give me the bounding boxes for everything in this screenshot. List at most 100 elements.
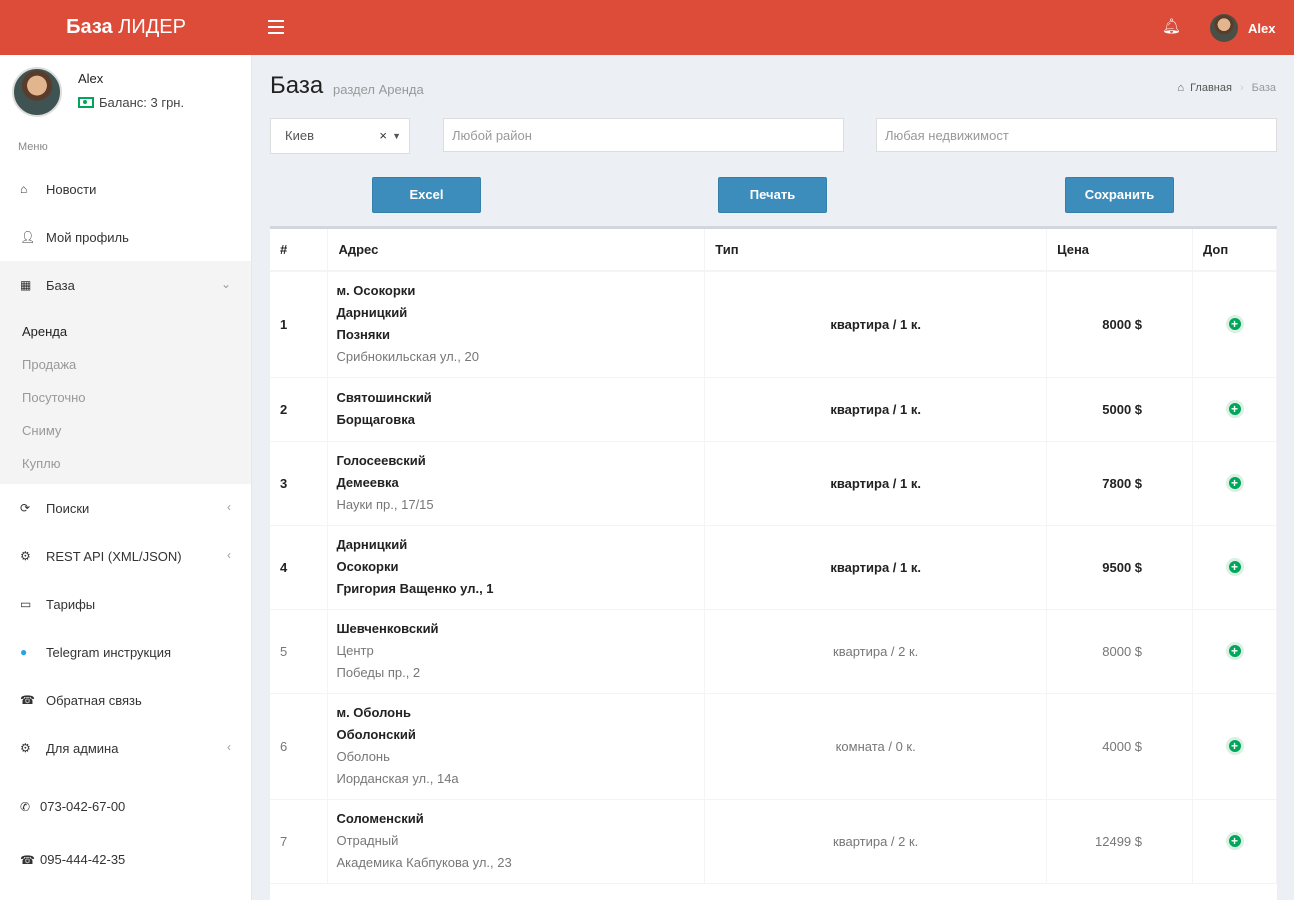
contact-viber[interactable]: ✆ 073-042-67-00 — [20, 799, 125, 814]
user-menu[interactable]: Alex — [1210, 14, 1275, 42]
plus-circle-icon[interactable]: + — [1225, 558, 1244, 576]
sidebar-item-news[interactable]: ⌂ Новости — [0, 165, 251, 213]
print-button[interactable]: Печать — [718, 177, 827, 213]
address-line: Оболонь — [336, 749, 390, 764]
logo-bold-text: База — [66, 16, 113, 38]
money-icon: ▭ — [20, 597, 32, 611]
phone-number: 095-444-42-35 — [40, 852, 126, 867]
row-number: 5 — [270, 609, 329, 694]
table-row[interactable]: 4 Дарницкий Осокорки Григория Ващенко ул., … — [270, 525, 1277, 610]
submenu-item-rent[interactable]: Аренда — [0, 315, 251, 348]
extra-cell: + — [1192, 271, 1277, 378]
row-number: 2 — [270, 377, 329, 442]
row-number: 6 — [270, 693, 329, 800]
type-cell: квартира / 1 к. — [704, 271, 1048, 378]
row-number: 3 — [270, 441, 329, 526]
table-row[interactable]: 5 Шевченковский Центр Победы пр., 2 квартира… — [270, 609, 1277, 694]
type-cell: квартира / 1 к. — [704, 377, 1048, 442]
user-icon: 👤︎ — [20, 230, 36, 244]
address-cell: Соломенский Отрадный Академика Кабпукова у… — [327, 799, 706, 884]
sidebar-item-label: База — [46, 277, 75, 293]
table-row[interactable]: 6 м. Оболонь Оболонский Оболонь Иорданская у… — [270, 693, 1277, 800]
extra-cell: + — [1192, 525, 1277, 610]
extra-cell: + — [1192, 799, 1277, 884]
phone-number: 073-042-67-00 — [40, 799, 126, 814]
address-line: м. Осокорки — [336, 283, 416, 299]
price-cell: 8000 $ — [1046, 271, 1194, 378]
sidebar-item-label: Мой профиль — [46, 229, 129, 245]
plus-circle-icon[interactable]: + — [1225, 474, 1244, 492]
phone-icon: ☎ — [20, 852, 35, 867]
table-row[interactable]: 2 Святошинский Борщаговка квартира / 1 к. 50… — [270, 377, 1277, 442]
submenu-item-sale[interactable]: Продажа — [0, 348, 251, 381]
excel-button[interactable]: Excel — [372, 177, 481, 213]
avatar — [1210, 14, 1238, 42]
chevron-down-icon: ⌄ — [220, 277, 231, 291]
gear-icon: ⚙ — [20, 741, 31, 755]
address-line: Науки пр., 17/15 — [336, 497, 434, 512]
sidebar-item-api[interactable]: ⚙ REST API (XML/JSON) ‹ — [0, 532, 251, 580]
sidebar-item-tariffs[interactable]: ▭ Тарифы — [0, 580, 251, 628]
table-row[interactable]: 1 м. Осокорки Дарницкий Позняки Срибнокильск… — [270, 271, 1277, 378]
breadcrumb-current: База — [1251, 82, 1276, 94]
address-line: м. Оболонь — [336, 705, 411, 720]
district-input[interactable] — [452, 119, 843, 151]
sidebar-item-label: Обратная связь — [46, 692, 142, 708]
type-cell: комната / 0 к. — [704, 693, 1048, 800]
submenu-item-daily[interactable]: Посуточно — [0, 381, 251, 414]
submenu-item-rent-wanted[interactable]: Сниму — [0, 414, 251, 447]
address-line: Борщаговка — [336, 412, 415, 427]
plus-circle-icon[interactable]: + — [1225, 642, 1244, 660]
address-cell: Дарницкий Осокорки Григория Ващенко ул., 1 — [327, 525, 706, 610]
breadcrumb-separator: › — [1239, 82, 1244, 94]
contact-phone[interactable]: ☎ 095-444-42-35 — [20, 852, 125, 867]
address-line: Осокорки — [336, 559, 399, 574]
balance: Баланс: 3 грн. — [78, 95, 184, 110]
price-cell: 5000 $ — [1046, 377, 1194, 442]
listings-table-box: # Адрес Тип Цена Доп 1 м. Осокорки Дарницк… — [270, 226, 1277, 900]
sidebar-user-name: Alex — [78, 71, 104, 86]
city-select[interactable]: Киев × ▼ — [270, 118, 410, 154]
submenu-base: Аренда Продажа Посуточно Сниму Куплю — [0, 309, 251, 484]
viber-icon: ✆ — [20, 799, 31, 814]
top-navbar: База ЛИДЕР 🔔︎ Alex — [0, 0, 1294, 55]
sidebar-item-admin[interactable]: ⚙ Для админа ‹ — [0, 724, 251, 772]
plus-circle-icon[interactable]: + — [1225, 832, 1244, 850]
user-name: Alex — [1248, 20, 1276, 36]
clear-icon[interactable]: × — [379, 119, 387, 153]
price-cell: 12499 $ — [1046, 799, 1194, 884]
logo[interactable]: База ЛИДЕР — [0, 0, 252, 55]
user-panel: Alex Баланс: 3 грн. — [12, 67, 242, 127]
plus-circle-icon[interactable]: + — [1225, 400, 1244, 418]
sidebar-item-label: REST API (XML/JSON) — [46, 548, 182, 564]
address-line: Срибнокильская ул., 20 — [336, 349, 479, 365]
type-cell: квартира / 1 к. — [704, 525, 1048, 610]
hamburger-icon[interactable] — [268, 16, 284, 38]
table-row[interactable]: 3 Голосеевский Демеевка Науки пр., 17/15 ква… — [270, 441, 1277, 526]
sidebar-item-profile[interactable]: 👤︎ Мой профиль — [0, 213, 251, 261]
chevron-down-icon[interactable]: ▼ — [392, 119, 401, 153]
type-cell: квартира / 2 к. — [704, 799, 1048, 884]
plus-circle-icon[interactable]: + — [1225, 315, 1244, 334]
submenu-item-buy-wanted[interactable]: Куплю — [0, 447, 251, 480]
sidebar-menu: ⌂ Новости 👤︎ Мой профиль ▦ База ⌄ Аренда… — [0, 165, 251, 772]
city-select-value: Киев — [285, 128, 314, 143]
logo-light-text: ЛИДЕР — [118, 16, 186, 38]
column-header: Цена — [1046, 229, 1194, 272]
sidebar-item-telegram[interactable]: ● Telegram инструкция — [0, 628, 251, 676]
extra-cell: + — [1192, 441, 1277, 526]
save-button[interactable]: Сохранить — [1065, 177, 1174, 213]
sidebar-item-searches[interactable]: ⟳ Поиски ‹ — [0, 484, 251, 532]
plus-circle-icon[interactable]: + — [1225, 737, 1244, 755]
sidebar-item-feedback[interactable]: ☎ Обратная связь — [0, 676, 251, 724]
address-cell: Святошинский Борщаговка — [327, 377, 706, 442]
property-type-input[interactable] — [885, 119, 1276, 151]
column-header: Тип — [704, 229, 1048, 272]
table-row[interactable]: 7 Соломенский Отрадный Академика Кабпукова … — [270, 799, 1277, 884]
address-line: Святошинский — [336, 390, 432, 405]
breadcrumb-home[interactable]: Главная — [1190, 82, 1232, 94]
bell-icon[interactable]: 🔔︎ — [1162, 18, 1181, 36]
sidebar-item-base[interactable]: ▦ База ⌄ — [0, 261, 251, 309]
address-line: Дарницкий — [336, 305, 408, 321]
money-icon — [78, 97, 94, 108]
